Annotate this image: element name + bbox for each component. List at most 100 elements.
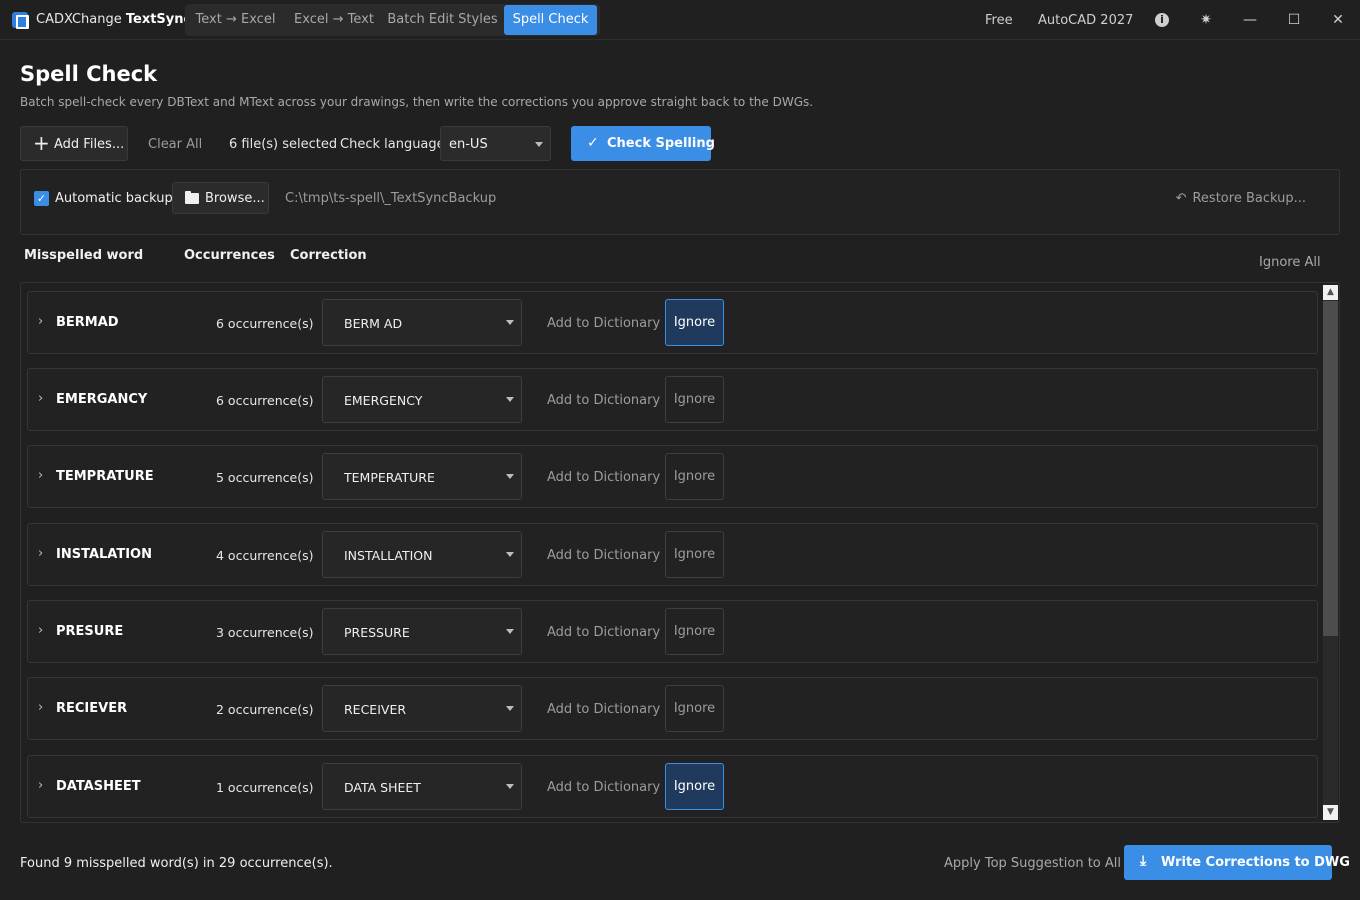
theme-toggle-icon[interactable]: ✷ bbox=[1198, 12, 1214, 28]
vertical-scrollbar[interactable]: ▲ ▼ bbox=[1323, 285, 1338, 820]
add-to-dictionary-button[interactable]: Add to Dictionary bbox=[547, 702, 660, 717]
chevron-down-icon bbox=[506, 784, 514, 789]
misspelled-word: TEMPRATURE bbox=[56, 469, 154, 484]
occurrence-count: 6 occurrence(s) bbox=[216, 393, 314, 408]
close-icon[interactable]: ✕ bbox=[1330, 12, 1346, 28]
title-bar: CADXChange TextSync Text → Excel Excel →… bbox=[0, 0, 1360, 40]
misspelled-word: PRESURE bbox=[56, 624, 124, 639]
files-selected-count: 6 file(s) selected bbox=[229, 137, 338, 152]
autocad-version-selector[interactable]: AutoCAD 2027 bbox=[1038, 13, 1133, 28]
ignore-button[interactable]: Ignore bbox=[665, 453, 724, 500]
undo-icon: ↶ bbox=[1175, 191, 1187, 206]
tab-text-to-excel[interactable]: Text → Excel bbox=[185, 4, 286, 36]
misspelled-word: EMERGANCY bbox=[56, 392, 148, 407]
chevron-right-icon[interactable]: › bbox=[38, 623, 43, 638]
chevron-right-icon[interactable]: › bbox=[38, 468, 43, 483]
plus-icon: + bbox=[33, 131, 50, 155]
list-item: › DATASHEET 1 occurrence(s) DATA SHEET A… bbox=[27, 755, 1318, 818]
ignore-button[interactable]: Ignore bbox=[665, 531, 724, 578]
misspelled-word: INSTALATION bbox=[56, 547, 152, 562]
backup-path: C:\tmp\ts-spell\_TextSyncBackup bbox=[285, 191, 497, 206]
chevron-right-icon[interactable]: › bbox=[38, 546, 43, 561]
chevron-right-icon[interactable]: › bbox=[38, 700, 43, 715]
list-item: › PRESURE 3 occurrence(s) PRESSURE Add t… bbox=[27, 600, 1318, 663]
correction-select[interactable]: PRESSURE bbox=[322, 608, 522, 655]
language-select[interactable]: en-US bbox=[440, 126, 551, 161]
tab-batch-edit-styles[interactable]: Batch Edit Styles bbox=[382, 4, 503, 36]
list-item: › EMERGANCY 6 occurrence(s) EMERGENCY Ad… bbox=[27, 368, 1318, 431]
occurrence-count: 1 occurrence(s) bbox=[216, 780, 314, 795]
misspelled-word: BERMAD bbox=[56, 315, 119, 330]
column-header-correction: Correction bbox=[290, 248, 367, 263]
list-item: › BERMAD 6 occurrence(s) BERM AD Add to … bbox=[27, 291, 1318, 354]
chevron-down-icon bbox=[535, 142, 543, 147]
add-files-button[interactable]: + Add Files... bbox=[20, 126, 128, 161]
list-item: › INSTALATION 4 occurrence(s) INSTALLATI… bbox=[27, 523, 1318, 586]
list-item: › RECIEVER 2 occurrence(s) RECEIVER Add … bbox=[27, 677, 1318, 740]
ignore-button[interactable]: Ignore bbox=[665, 763, 724, 810]
app-title: CADXChange TextSync bbox=[36, 12, 192, 27]
write-corrections-button[interactable]: ⤓ Write Corrections to DWG bbox=[1124, 845, 1350, 880]
correction-select[interactable]: EMERGENCY bbox=[322, 376, 522, 423]
misspelled-word-list: › BERMAD 6 occurrence(s) BERM AD Add to … bbox=[20, 282, 1340, 823]
list-item: › TEMPRATURE 5 occurrence(s) TEMPERATURE… bbox=[27, 445, 1318, 508]
correction-select[interactable]: TEMPERATURE bbox=[322, 453, 522, 500]
chevron-down-icon bbox=[506, 474, 514, 479]
info-icon[interactable]: i bbox=[1155, 13, 1169, 27]
correction-select[interactable]: INSTALLATION bbox=[322, 531, 522, 578]
scroll-down-icon[interactable]: ▼ bbox=[1323, 805, 1338, 820]
chevron-right-icon[interactable]: › bbox=[38, 391, 43, 406]
check-language-label: Check language: bbox=[340, 137, 450, 152]
ignore-button[interactable]: Ignore bbox=[665, 685, 724, 732]
automatic-backup-checkbox[interactable]: ✓ bbox=[34, 191, 49, 206]
backup-panel: ✓ Automatic backup Browse... C:\tmp\ts-s… bbox=[20, 169, 1340, 235]
minimize-icon[interactable]: — bbox=[1242, 12, 1258, 28]
occurrence-count: 3 occurrence(s) bbox=[216, 625, 314, 640]
add-to-dictionary-button[interactable]: Add to Dictionary bbox=[547, 780, 660, 795]
correction-select[interactable]: DATA SHEET bbox=[322, 763, 522, 810]
chevron-down-icon bbox=[506, 629, 514, 634]
column-header-word: Misspelled word bbox=[24, 248, 144, 263]
chevron-down-icon bbox=[506, 320, 514, 325]
tab-excel-to-text[interactable]: Excel → Text bbox=[286, 4, 382, 36]
correction-select[interactable]: RECEIVER bbox=[322, 685, 522, 732]
folder-icon bbox=[185, 191, 199, 204]
restore-backup-button[interactable]: ↶ Restore Backup... bbox=[1176, 191, 1306, 206]
add-to-dictionary-button[interactable]: Add to Dictionary bbox=[547, 316, 660, 331]
status-text: Found 9 misspelled word(s) in 29 occurre… bbox=[20, 856, 333, 871]
scroll-up-icon[interactable]: ▲ bbox=[1323, 285, 1338, 300]
page-subtitle: Batch spell-check every DBText and MText… bbox=[20, 95, 814, 109]
tab-spell-check[interactable]: Spell Check bbox=[504, 5, 597, 35]
check-spelling-button[interactable]: ✓ Check Spelling bbox=[571, 126, 715, 161]
clear-all-button[interactable]: Clear All bbox=[148, 137, 202, 152]
download-icon: ⤓ bbox=[1140, 853, 1147, 869]
chevron-down-icon bbox=[506, 552, 514, 557]
occurrence-count: 5 occurrence(s) bbox=[216, 470, 314, 485]
ignore-all-button[interactable]: Ignore All bbox=[1259, 255, 1321, 270]
tab-bar: Text → Excel Excel → Text Batch Edit Sty… bbox=[185, 4, 600, 36]
apply-top-suggestion-button[interactable]: Apply Top Suggestion to All bbox=[944, 856, 1121, 871]
occurrence-count: 2 occurrence(s) bbox=[216, 702, 314, 717]
ignore-button[interactable]: Ignore bbox=[665, 299, 724, 346]
misspelled-word: RECIEVER bbox=[56, 701, 128, 716]
checkmark-icon: ✓ bbox=[587, 135, 599, 151]
occurrence-count: 4 occurrence(s) bbox=[216, 548, 314, 563]
add-to-dictionary-button[interactable]: Add to Dictionary bbox=[547, 470, 660, 485]
browse-button[interactable]: Browse... bbox=[172, 182, 269, 214]
chevron-right-icon[interactable]: › bbox=[38, 314, 43, 329]
add-to-dictionary-button[interactable]: Add to Dictionary bbox=[547, 625, 660, 640]
automatic-backup-label[interactable]: Automatic backup bbox=[55, 191, 173, 206]
ignore-button[interactable]: Ignore bbox=[665, 376, 724, 423]
chevron-down-icon bbox=[506, 706, 514, 711]
add-to-dictionary-button[interactable]: Add to Dictionary bbox=[547, 548, 660, 563]
correction-select[interactable]: BERM AD bbox=[322, 299, 522, 346]
chevron-right-icon[interactable]: › bbox=[38, 778, 43, 793]
maximize-icon[interactable]: ☐ bbox=[1286, 12, 1302, 28]
add-to-dictionary-button[interactable]: Add to Dictionary bbox=[547, 393, 660, 408]
ignore-button[interactable]: Ignore bbox=[665, 608, 724, 655]
plan-label: Free bbox=[985, 13, 1013, 28]
app-logo-icon bbox=[12, 12, 29, 29]
page-title: Spell Check bbox=[20, 62, 158, 86]
occurrence-count: 6 occurrence(s) bbox=[216, 316, 314, 331]
scrollbar-thumb[interactable] bbox=[1323, 301, 1338, 636]
